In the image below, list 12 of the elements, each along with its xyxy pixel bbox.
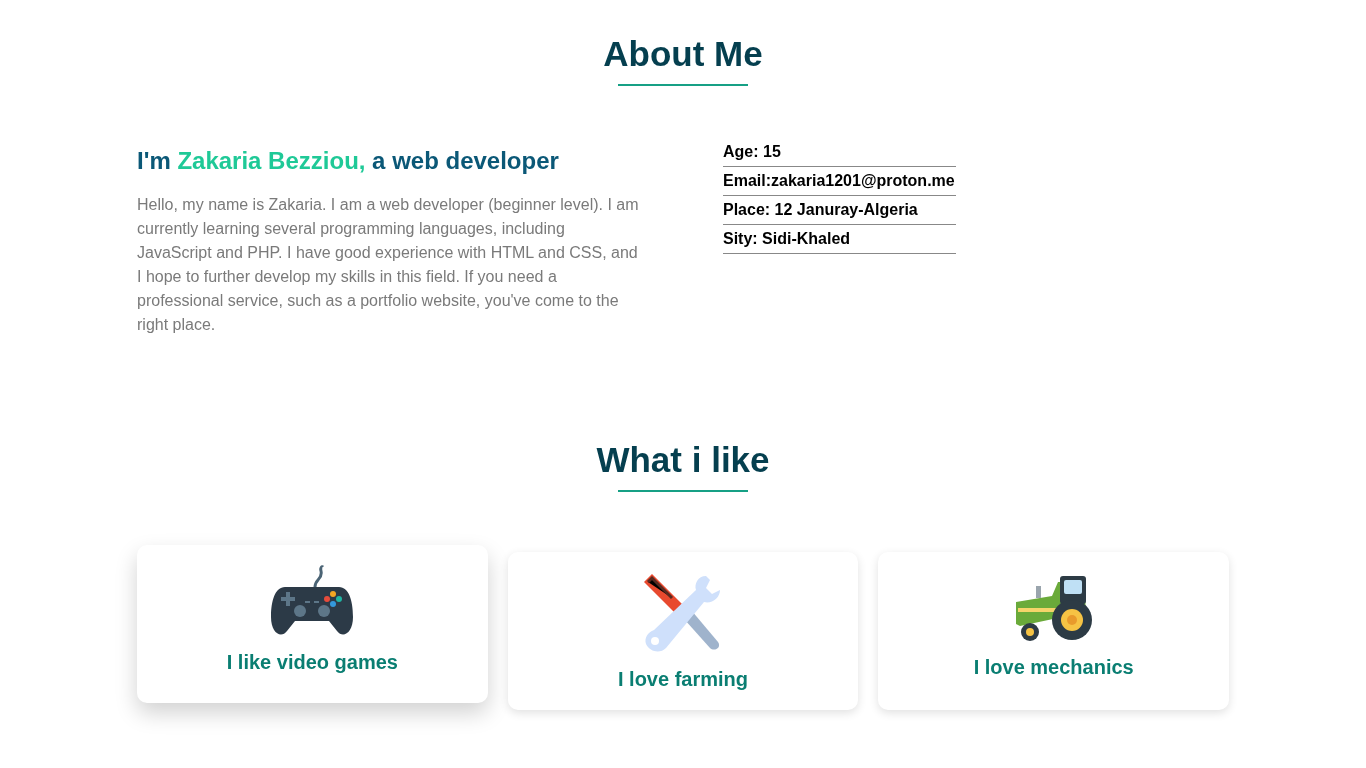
bio-paragraph: Hello, my name is Zakaria. I am a web developer (beginner level). I am currently learning several programming languages, including JavaScript and PHP. I have good experience with HTML and CSS, and I hope to further develop my skills in this field. If you need a professional service, such as a portfolio website, you've come to the right place.	[137, 195, 640, 335]
info-item: Email:zakaria1201@proton.me	[723, 167, 956, 196]
section-title: What i like	[596, 440, 770, 480]
card-label: I like video games	[226, 651, 398, 674]
card-label: I love mechanics	[973, 656, 1134, 679]
gamepad-icon	[271, 565, 354, 637]
info-item: Age: 15	[723, 138, 956, 167]
intro-heading: I'm Zakaria Bezziou, a web developer	[137, 146, 560, 176]
info-item: Place: 12 Januray-Algeria	[723, 196, 956, 225]
card-label: I love farming	[618, 668, 748, 691]
info-item: Sity: Sidi-Khaled	[723, 225, 956, 254]
section-title: About Me	[603, 34, 763, 74]
